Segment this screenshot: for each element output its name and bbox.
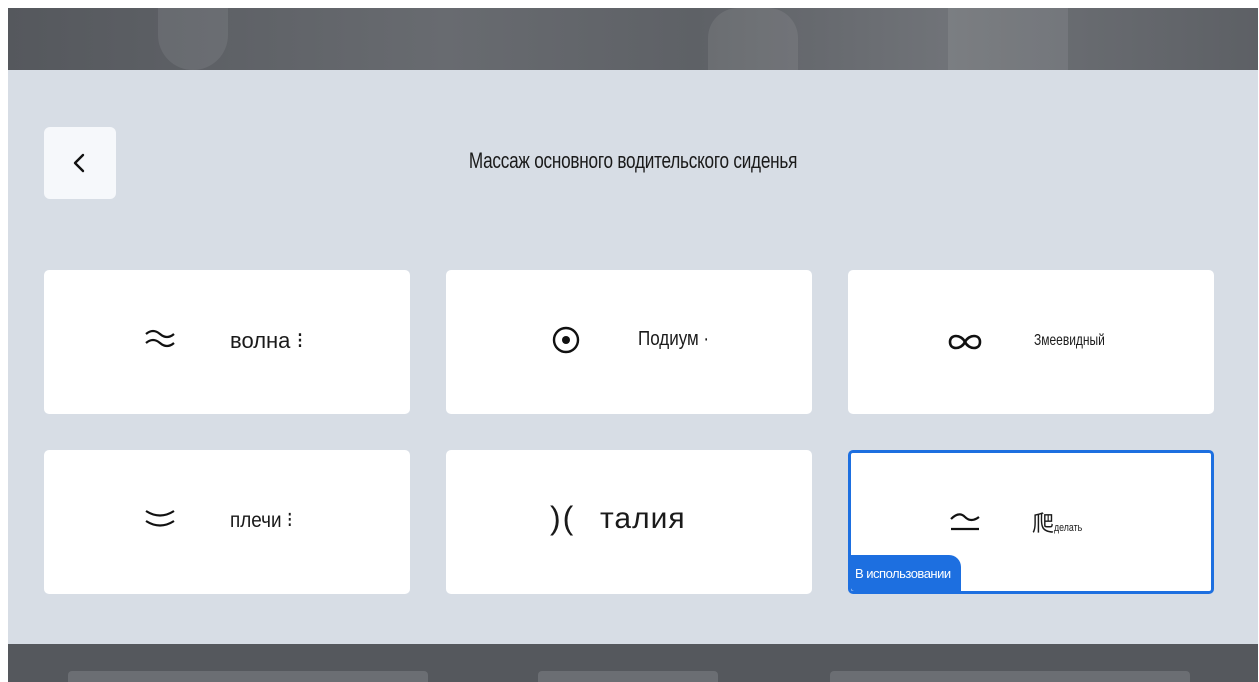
mode-card-stretch[interactable]: 爬делать В использовании bbox=[848, 450, 1214, 594]
app-frame: Массаж основного водительского сиденья в… bbox=[8, 8, 1258, 682]
stretch-icon bbox=[950, 513, 980, 531]
mode-card-waist[interactable]: )( талия bbox=[446, 450, 812, 594]
mode-card-snake[interactable]: Змеевидный bbox=[848, 270, 1214, 414]
infinity-icon bbox=[948, 334, 982, 350]
background-strip-top bbox=[8, 8, 1258, 70]
in-use-badge: В использовании bbox=[851, 555, 961, 591]
waist-brackets-icon: )( bbox=[550, 500, 576, 536]
massage-panel: Массаж основного водительского сиденья в… bbox=[8, 70, 1258, 644]
mode-label-stretch-char: 爬 bbox=[1032, 512, 1055, 537]
chevron-left-icon bbox=[73, 153, 85, 173]
mode-card-podium[interactable]: Подиум · bbox=[446, 270, 812, 414]
mode-label-stretch: 爬делать bbox=[1032, 506, 1089, 538]
wave-icon bbox=[145, 329, 175, 348]
page-title: Массаж основного водительского сиденья bbox=[468, 148, 798, 173]
mode-label-shoulders: плечи ⁝ bbox=[230, 509, 293, 532]
double-curve-icon bbox=[145, 510, 175, 527]
mode-label-podium: Подиум · bbox=[638, 328, 710, 350]
back-button[interactable] bbox=[44, 127, 116, 199]
mode-label-wave: волна ⁝ bbox=[230, 328, 304, 353]
background-strip-bottom bbox=[8, 644, 1258, 682]
mode-card-wave[interactable]: волна ⁝ bbox=[44, 270, 410, 414]
mode-card-shoulders[interactable]: плечи ⁝ bbox=[44, 450, 410, 594]
target-circle-icon bbox=[552, 326, 580, 354]
mode-label-snake: Змеевидный bbox=[1034, 332, 1105, 349]
mode-label-waist: талия bbox=[600, 502, 686, 535]
mode-label-stretch-suffix: делать bbox=[1054, 522, 1083, 534]
